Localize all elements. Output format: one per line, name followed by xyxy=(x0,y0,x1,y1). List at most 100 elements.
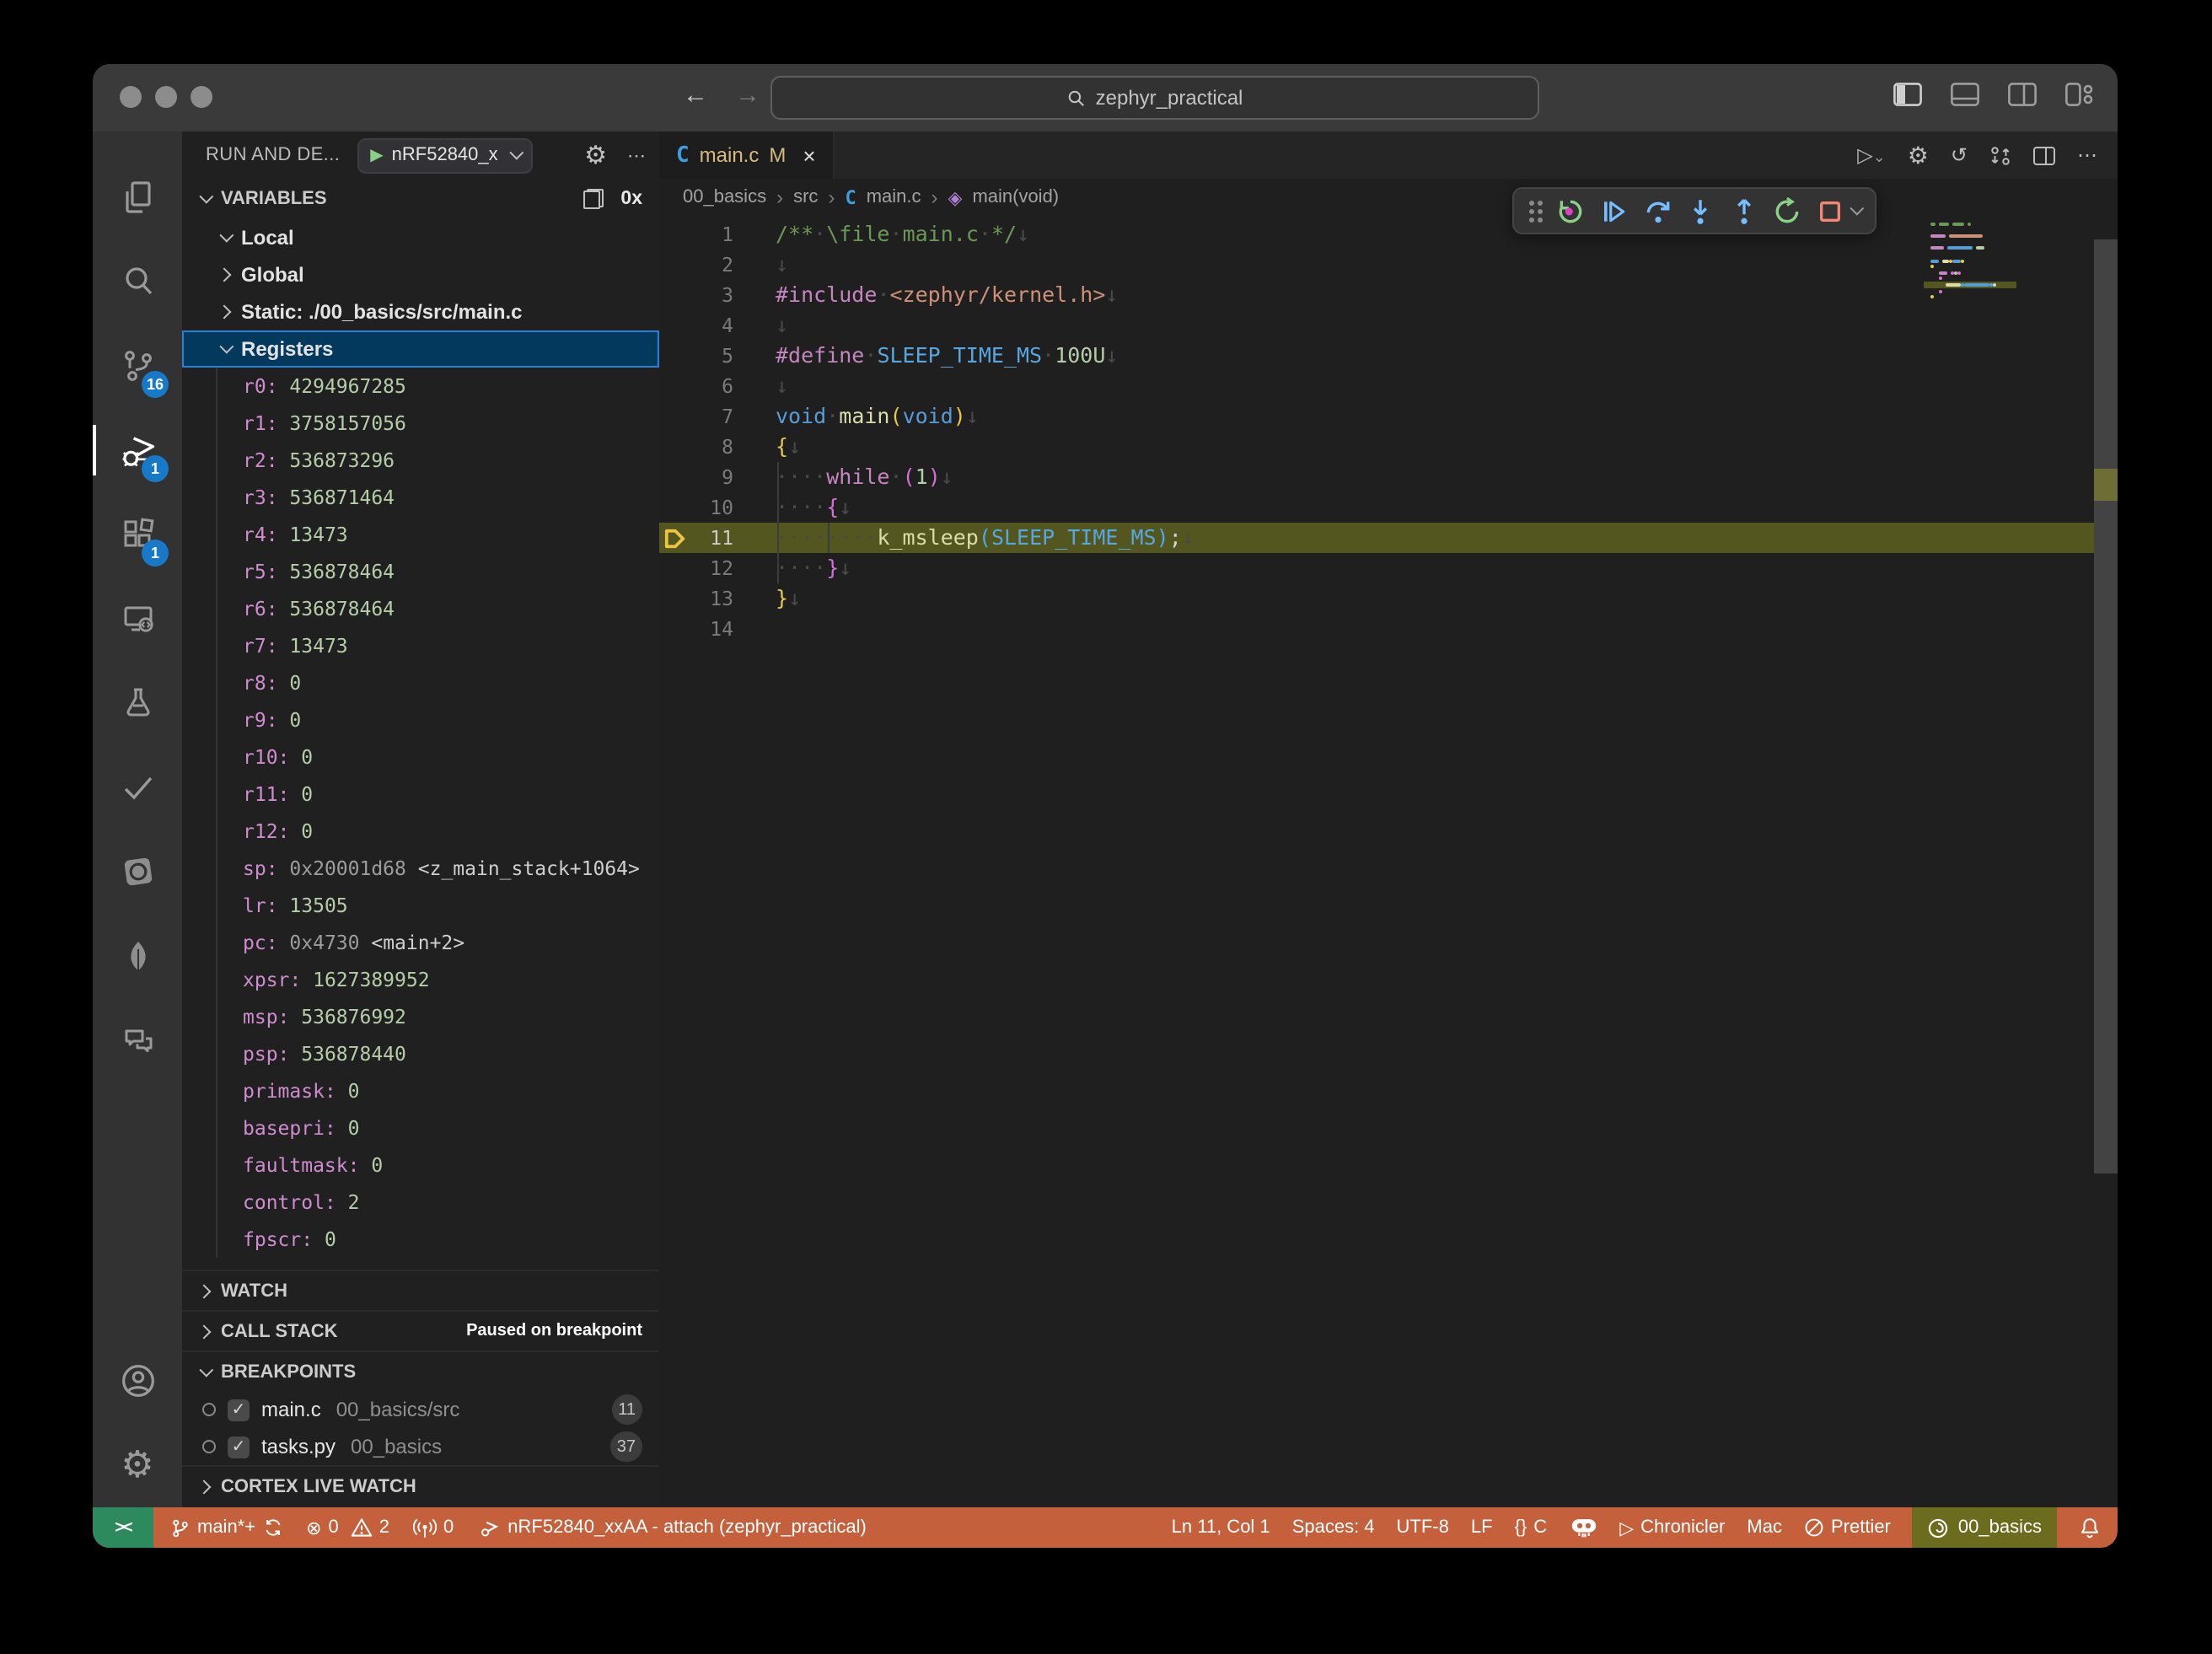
line-number[interactable]: 3 xyxy=(690,280,733,310)
sidebar-item-explorer[interactable] xyxy=(93,155,182,239)
variables-group-registers[interactable]: Registers xyxy=(182,330,659,368)
sidebar-item-remote-explorer[interactable] xyxy=(93,577,182,661)
run-or-debug-button[interactable]: ▷⌄ xyxy=(1857,145,1886,165)
breakpoint-row[interactable]: ✓tasks.py00_basics37 xyxy=(182,1428,659,1465)
sidebar-item-source-control[interactable]: 16 xyxy=(93,324,182,408)
toggle-secondary-sidebar-icon[interactable] xyxy=(2008,83,2037,106)
register-row[interactable]: fpscr: 0 xyxy=(182,1221,659,1258)
register-row[interactable]: xpsr: 1627389952 xyxy=(182,961,659,998)
language-mode[interactable]: {} C xyxy=(1515,1517,1548,1538)
open-changes-icon[interactable] xyxy=(1989,144,2011,166)
line-number[interactable]: 8 xyxy=(690,432,733,462)
toggle-panel-icon[interactable] xyxy=(1951,83,1979,106)
variables-group-local[interactable]: Local xyxy=(182,219,659,256)
code-line[interactable]: 5#define·SLEEP_TIME_MS·100U↓ xyxy=(659,341,2118,371)
line-number[interactable]: 10 xyxy=(690,492,733,523)
copy-value-icon[interactable] xyxy=(583,189,604,209)
sidebar-item-run-and-debug[interactable]: 1 xyxy=(93,408,182,492)
register-row[interactable]: lr: 13505 xyxy=(182,887,659,924)
code-line[interactable]: 10····{↓ xyxy=(659,492,2118,523)
encoding-indicator[interactable]: UTF-8 xyxy=(1397,1517,1449,1538)
variables-group-static[interactable]: Static: ./00_basics/src/main.c xyxy=(182,293,659,330)
register-row[interactable]: r8: 0 xyxy=(182,664,659,701)
problems-indicator[interactable]: ⊗ 0 2 xyxy=(306,1517,389,1539)
prettier-indicator[interactable]: Prettier xyxy=(1804,1517,1891,1538)
sidebar-item-mongodb[interactable] xyxy=(93,914,182,998)
remote-indicator[interactable]: >< xyxy=(93,1507,153,1548)
back-arrow-icon[interactable]: ← xyxy=(683,81,708,110)
code-line[interactable]: 14 xyxy=(659,614,2118,644)
call-stack-section-header[interactable]: CALL STACK Paused on breakpoint xyxy=(182,1310,659,1351)
breakpoint-checkbox[interactable]: ✓ xyxy=(228,1399,250,1420)
watch-section-header[interactable]: WATCH xyxy=(182,1270,659,1310)
register-row[interactable]: r9: 0 xyxy=(182,701,659,738)
code-line[interactable]: 3#include·<zephyr/kernel.h>↓ xyxy=(659,280,2118,310)
command-center-search[interactable]: zephyr_practical xyxy=(770,76,1539,120)
register-row[interactable]: r3: 536871464 xyxy=(182,479,659,516)
line-number[interactable]: 11 xyxy=(690,523,733,553)
register-row[interactable]: r12: 0 xyxy=(182,813,659,850)
breadcrumb-file[interactable]: main.c xyxy=(867,187,921,207)
sidebar-more-actions-icon[interactable]: ⋯ xyxy=(627,144,646,166)
step-out-button[interactable] xyxy=(1730,196,1758,225)
variables-section-header[interactable]: VARIABLES 0x xyxy=(182,179,659,219)
sidebar-item-task-check[interactable] xyxy=(93,745,182,830)
close-window-button[interactable] xyxy=(120,86,142,108)
register-row[interactable]: r2: 536873296 xyxy=(182,442,659,479)
minimap[interactable] xyxy=(1930,216,2094,1507)
line-number[interactable]: 7 xyxy=(690,401,733,432)
forward-arrow-icon[interactable]: → xyxy=(735,81,760,110)
close-tab-icon[interactable]: × xyxy=(803,142,815,168)
register-row[interactable]: r11: 0 xyxy=(182,776,659,813)
code-line[interactable]: 9····while·(1)↓ xyxy=(659,462,2118,492)
settings-button[interactable]: ⚙ xyxy=(93,1423,182,1507)
register-row[interactable]: msp: 536876992 xyxy=(182,998,659,1035)
tab-main-c[interactable]: C main.c M × xyxy=(659,132,835,179)
timeline-history-icon[interactable]: ↺ xyxy=(1951,145,1968,165)
account-button[interactable] xyxy=(93,1339,182,1423)
scrollbar-thumb[interactable] xyxy=(2094,239,2118,1173)
launch-config-dropdown[interactable]: ▶ nRF52840_x xyxy=(357,137,533,173)
editor-settings-gear-icon[interactable]: ⚙ xyxy=(1908,143,1929,167)
register-row[interactable]: r4: 13473 xyxy=(182,516,659,553)
cortex-live-watch-section-header[interactable]: CORTEX LIVE WATCH xyxy=(182,1465,659,1506)
indentation-indicator[interactable]: Spaces: 4 xyxy=(1292,1517,1375,1538)
line-number[interactable]: 13 xyxy=(690,583,733,614)
zoom-window-button[interactable] xyxy=(191,86,212,108)
branch-indicator[interactable]: main*+ xyxy=(170,1517,282,1539)
line-number[interactable]: 1 xyxy=(690,219,733,250)
traffic-lights[interactable] xyxy=(120,86,212,108)
line-number[interactable]: 5 xyxy=(690,341,733,371)
sidebar-item-search[interactable] xyxy=(93,239,182,324)
code-line[interactable]: 6↓ xyxy=(659,371,2118,401)
hex-format-toggle[interactable]: 0x xyxy=(620,189,642,209)
breadcrumb-folder[interactable]: 00_basics xyxy=(683,187,766,207)
register-row[interactable]: control: 2 xyxy=(182,1184,659,1221)
drag-handle-icon[interactable] xyxy=(1528,200,1542,222)
sidebar-item-comments[interactable] xyxy=(93,998,182,1082)
line-number[interactable]: 12 xyxy=(690,553,733,583)
code-line[interactable]: 12····}↓ xyxy=(659,553,2118,583)
variables-group-global[interactable]: Global xyxy=(182,256,659,293)
sidebar-item-extensions[interactable]: 1 xyxy=(93,492,182,577)
stop-button[interactable] xyxy=(1817,198,1842,223)
breadcrumb-folder[interactable]: src xyxy=(793,187,818,207)
register-row[interactable]: primask: 0 xyxy=(182,1072,659,1109)
debug-session-indicator[interactable]: nRF52840_xxAA - attach (zephyr_practical… xyxy=(477,1517,867,1539)
register-row[interactable]: r7: 13473 xyxy=(182,627,659,664)
breakpoints-section-header[interactable]: BREAKPOINTS xyxy=(182,1351,659,1391)
step-over-button[interactable] xyxy=(1644,196,1672,225)
register-row[interactable]: faultmask: 0 xyxy=(182,1147,659,1184)
ports-indicator[interactable]: 0 xyxy=(413,1517,454,1539)
register-row[interactable]: r10: 0 xyxy=(182,738,659,776)
register-row[interactable]: r5: 536878464 xyxy=(182,553,659,590)
os-indicator[interactable]: Mac xyxy=(1747,1517,1782,1538)
register-row[interactable]: r6: 536878464 xyxy=(182,590,659,627)
editor-more-actions-icon[interactable]: ⋯ xyxy=(2077,143,2097,167)
code-line[interactable]: 11········k_msleep(SLEEP_TIME_MS);↓ xyxy=(659,523,2118,553)
code-editor[interactable]: 1/**·\file·main.c·*/↓2↓3#include·<zephyr… xyxy=(659,216,2118,1507)
register-row[interactable]: sp: 0x20001d68 <z_main_stack+1064> xyxy=(182,850,659,887)
editor-scrollbar[interactable] xyxy=(2094,216,2118,1507)
code-line[interactable]: 13}↓ xyxy=(659,583,2118,614)
step-into-button[interactable] xyxy=(1687,196,1715,225)
